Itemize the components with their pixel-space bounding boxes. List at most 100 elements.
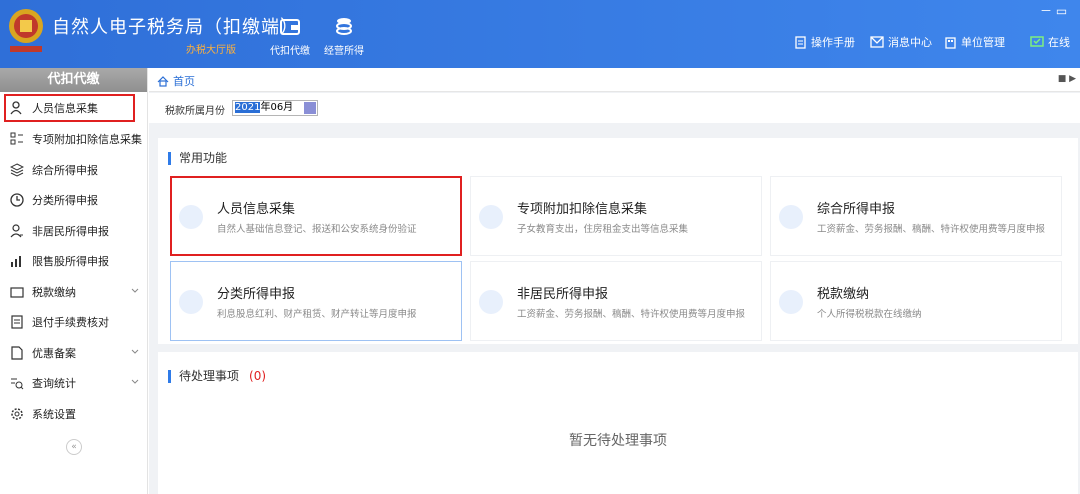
sidebar-item-label: 退付手续费核对 [32,316,109,330]
chevron-down-icon [131,379,139,384]
card-person-info[interactable]: 人员信息采集 自然人基础信息登记、报送和公安系统身份验证 [170,176,462,256]
pending-title: 待处理事项 (0) [168,370,266,383]
message-center-label: 消息中心 [888,36,932,49]
card-title: 分类所得申报 [217,287,296,302]
sidebar-item-label: 限售股所得申报 [32,255,109,269]
window-controls[interactable]: － ▭ [1040,2,1067,19]
breadcrumb-home[interactable]: 首页 [157,73,195,89]
card-desc: 工资薪金、劳务报酬、稿酬、特许权使用费等月度申报 [517,309,746,320]
edit-icon [179,290,203,314]
sidebar: 代扣代缴 人员信息采集 专项附加扣除信息采集 综合所得申报 分类所得申报 非居民… [0,68,148,494]
dropdown-arrow-icon[interactable] [304,102,316,114]
sidebar-item-query-statistics[interactable]: 查询统计 [0,368,147,399]
common-functions-title: 常用功能 [168,152,227,165]
clock-pie-icon [10,193,24,207]
payment-icon [779,290,803,314]
tax-period-year: 2021 [235,102,261,113]
grid-list-icon [10,132,23,145]
card-title: 人员信息采集 [217,202,296,217]
tax-period-month: 年06月 [260,102,294,113]
sidebar-item-label: 分类所得申报 [32,194,98,208]
tax-period-input[interactable]: 2021年06月 [232,100,318,116]
card-desc: 工资薪金、劳务报酬、稿酬、特许权使用费等月度申报 [817,224,1046,235]
pending-empty-message: 暂无待处理事项 [569,433,667,449]
sidebar-item-person-info[interactable]: 人员信息采集 [4,94,135,122]
manual-label: 操作手册 [811,36,855,49]
pending-count: (0) [249,369,267,383]
wallet-icon [280,19,300,35]
manual-icon [795,35,806,49]
breadcrumb-home-label: 首页 [173,75,195,88]
pending-title-label: 待处理事项 [179,369,240,383]
tax-period-label: 税款所属月份 [165,106,225,117]
nav-withholding-button[interactable]: 代扣代缴 [260,14,320,62]
sidebar-item-nonresident-income[interactable]: 非居民所得申报 [0,216,147,247]
sidebar-item-label: 综合所得申报 [32,163,98,177]
sidebar-item-tax-payment[interactable]: 税款缴纳 [0,277,147,308]
sidebar-item-label: 非居民所得申报 [32,224,109,238]
sidebar-item-special-deduction[interactable]: 专项附加扣除信息采集 [0,124,147,155]
sidebar-item-label: 优惠备案 [32,346,76,360]
message-center-button[interactable]: 消息中心 [870,34,932,50]
edit-icon [479,290,503,314]
pending-panel: 待处理事项 (0) 暂无待处理事项 [158,352,1078,494]
coins-icon [336,18,352,35]
person-icon [10,224,23,238]
chevron-down-icon [131,288,139,293]
nav-withholding-label: 代扣代缴 [270,46,310,57]
nav-business-income-label: 经营所得 [324,46,364,57]
mail-icon [870,36,884,48]
bar-chart-icon [11,256,21,268]
card-title: 专项附加扣除信息采集 [517,202,648,217]
card-tax-payment[interactable]: 税款缴纳 个人所得税税款在线缴纳 [770,261,1062,341]
card-comprehensive-income[interactable]: 综合所得申报 工资薪金、劳务报酬、稿酬、特许权使用费等月度申报 [770,176,1062,256]
sidebar-item-restricted-shares[interactable]: 限售股所得申报 [0,246,147,277]
sidebar-item-label: 专项附加扣除信息采集 [32,133,142,147]
sidebar-collapse-button[interactable]: « [66,439,82,455]
card-category-income[interactable]: 分类所得申报 利息股息红利、财产租赁、财产转让等月度申报 [170,261,462,341]
sidebar-item-label: 人员信息采集 [32,102,98,115]
card-special-deduction[interactable]: 专项附加扣除信息采集 子女教育支出，住房租金支出等信息采集 [470,176,762,256]
sidebar-heading: 代扣代缴 [0,68,147,92]
document-icon [11,346,23,360]
common-functions-panel: 常用功能 人员信息采集 自然人基础信息登记、报送和公安系统身份验证 专项附加扣除… [158,138,1078,344]
filter-bar: 税款所属月份 2021年06月 [149,93,1080,123]
card-title: 综合所得申报 [817,202,896,217]
home-icon [157,75,169,87]
sidebar-item-preferential-filing[interactable]: 优惠备案 [0,338,147,369]
calendar-icon [479,205,503,229]
receipt-icon [11,315,23,329]
sidebar-item-category-income[interactable]: 分类所得申报 [0,185,147,216]
sidebar-item-comprehensive-income[interactable]: 综合所得申报 [0,155,147,186]
tab-controls[interactable]: ■ ▶ [1058,74,1076,84]
online-status-button[interactable]: 在线 [1030,34,1070,50]
gear-icon [11,408,23,420]
building-icon [945,36,956,49]
sidebar-item-system-settings[interactable]: 系统设置 [0,399,147,430]
nav-business-income-button[interactable]: 经营所得 [314,14,374,62]
unit-management-button[interactable]: 单位管理 [944,34,1005,50]
online-label: 在线 [1048,36,1070,49]
form-icon [779,205,803,229]
chevron-down-icon [131,349,139,354]
user-icon [10,101,22,115]
app-header: 自然人电子税务局（扣缴端） 办税大厅版 代扣代缴 经营所得 操作手册 消息中心 … [0,0,1080,68]
card-nonresident-income[interactable]: 非居民所得申报 工资薪金、劳务报酬、稿酬、特许权使用费等月度申报 [470,261,762,341]
card-desc: 个人所得税税款在线缴纳 [817,309,922,320]
search-list-icon [11,378,24,390]
card-desc: 利息股息红利、财产租赁、财产转让等月度申报 [217,309,417,320]
breadcrumb: 首页 ■ ▶ [149,68,1080,92]
card-desc: 子女教育支出，住房租金支出等信息采集 [517,224,689,235]
card-title: 税款缴纳 [817,287,870,302]
folder-icon [10,287,24,298]
sidebar-item-label: 查询统计 [32,377,76,391]
id-card-icon [179,205,203,229]
main-content: 首页 ■ ▶ 税款所属月份 2021年06月 常用功能 人员信息采集 自然人基础… [149,68,1080,494]
sidebar-item-refund-fee[interactable]: 退付手续费核对 [0,307,147,338]
manual-button[interactable]: 操作手册 [794,34,855,50]
sidebar-item-label: 系统设置 [32,407,76,421]
app-subtitle: 办税大厅版 [186,45,236,56]
unit-management-label: 单位管理 [961,36,1005,49]
tax-emblem-logo [9,9,43,52]
online-icon [1030,35,1044,47]
